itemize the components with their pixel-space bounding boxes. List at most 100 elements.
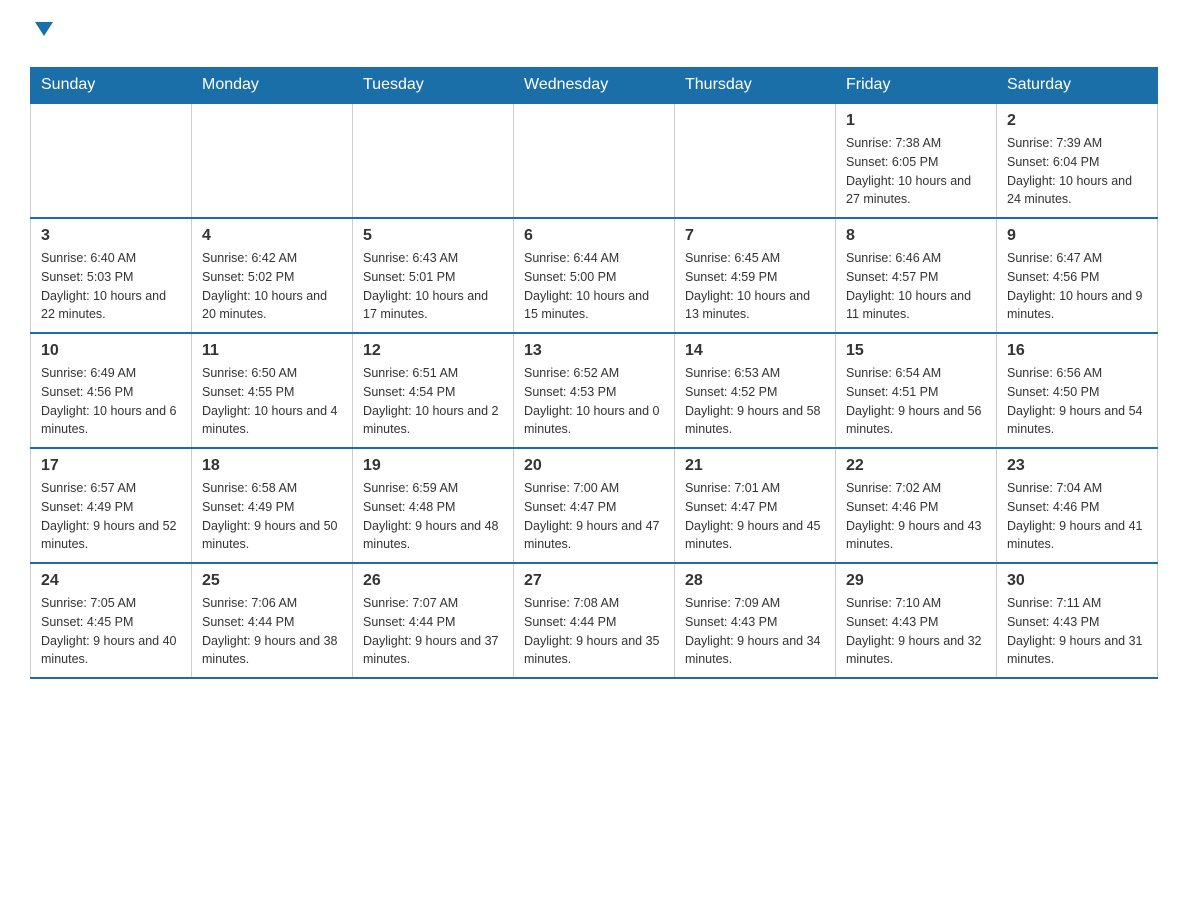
day-info: Sunrise: 7:09 AMSunset: 4:43 PMDaylight:… [685,594,825,669]
day-number: 23 [1007,457,1147,475]
day-number: 5 [363,227,503,245]
day-number: 1 [846,112,986,130]
day-number: 24 [41,572,181,590]
day-info: Sunrise: 6:46 AMSunset: 4:57 PMDaylight:… [846,249,986,324]
calendar-cell: 30 Sunrise: 7:11 AMSunset: 4:43 PMDayligh… [997,563,1158,678]
calendar-cell: 25 Sunrise: 7:06 AMSunset: 4:44 PMDayligh… [192,563,353,678]
day-info: Sunrise: 7:07 AMSunset: 4:44 PMDaylight:… [363,594,503,669]
day-info: Sunrise: 7:05 AMSunset: 4:45 PMDaylight:… [41,594,181,669]
day-info: Sunrise: 7:39 AMSunset: 6:04 PMDaylight:… [1007,134,1147,209]
calendar-week-row: 17 Sunrise: 6:57 AMSunset: 4:49 PMDayligh… [31,448,1158,563]
day-number: 19 [363,457,503,475]
day-number: 7 [685,227,825,245]
day-info: Sunrise: 6:50 AMSunset: 4:55 PMDaylight:… [202,364,342,439]
calendar-cell: 22 Sunrise: 7:02 AMSunset: 4:46 PMDayligh… [836,448,997,563]
calendar-cell [192,103,353,218]
day-number: 11 [202,342,342,360]
calendar-week-row: 24 Sunrise: 7:05 AMSunset: 4:45 PMDayligh… [31,563,1158,678]
day-number: 2 [1007,112,1147,130]
calendar-cell: 19 Sunrise: 6:59 AMSunset: 4:48 PMDayligh… [353,448,514,563]
day-info: Sunrise: 6:58 AMSunset: 4:49 PMDaylight:… [202,479,342,554]
col-tuesday: Tuesday [353,68,514,104]
day-info: Sunrise: 7:38 AMSunset: 6:05 PMDaylight:… [846,134,986,209]
day-number: 26 [363,572,503,590]
day-info: Sunrise: 6:42 AMSunset: 5:02 PMDaylight:… [202,249,342,324]
day-number: 22 [846,457,986,475]
day-info: Sunrise: 6:54 AMSunset: 4:51 PMDaylight:… [846,364,986,439]
day-number: 30 [1007,572,1147,590]
calendar-cell: 20 Sunrise: 7:00 AMSunset: 4:47 PMDayligh… [514,448,675,563]
day-info: Sunrise: 6:47 AMSunset: 4:56 PMDaylight:… [1007,249,1147,324]
day-info: Sunrise: 7:08 AMSunset: 4:44 PMDaylight:… [524,594,664,669]
day-number: 20 [524,457,664,475]
calendar-cell: 23 Sunrise: 7:04 AMSunset: 4:46 PMDayligh… [997,448,1158,563]
day-info: Sunrise: 7:10 AMSunset: 4:43 PMDaylight:… [846,594,986,669]
calendar-cell: 2 Sunrise: 7:39 AMSunset: 6:04 PMDaylight… [997,103,1158,218]
col-sunday: Sunday [31,68,192,104]
calendar-cell: 11 Sunrise: 6:50 AMSunset: 4:55 PMDayligh… [192,333,353,448]
calendar-cell: 13Sunrise: 6:52 AMSunset: 4:53 PMDayligh… [514,333,675,448]
logo-chevron-icon [33,18,55,45]
calendar-cell: 3 Sunrise: 6:40 AMSunset: 5:03 PMDaylight… [31,218,192,333]
calendar-cell: 14 Sunrise: 6:53 AMSunset: 4:52 PMDayligh… [675,333,836,448]
calendar-cell: 17 Sunrise: 6:57 AMSunset: 4:49 PMDayligh… [31,448,192,563]
day-number: 25 [202,572,342,590]
calendar-cell: 27 Sunrise: 7:08 AMSunset: 4:44 PMDayligh… [514,563,675,678]
col-friday: Friday [836,68,997,104]
col-wednesday: Wednesday [514,68,675,104]
day-info: Sunrise: 7:02 AMSunset: 4:46 PMDaylight:… [846,479,986,554]
day-number: 18 [202,457,342,475]
day-info: Sunrise: 6:51 AMSunset: 4:54 PMDaylight:… [363,364,503,439]
day-info: Sunrise: 7:04 AMSunset: 4:46 PMDaylight:… [1007,479,1147,554]
logo [30,20,55,47]
calendar-cell: 26 Sunrise: 7:07 AMSunset: 4:44 PMDayligh… [353,563,514,678]
day-number: 28 [685,572,825,590]
day-number: 14 [685,342,825,360]
calendar-cell: 10Sunrise: 6:49 AMSunset: 4:56 PMDayligh… [31,333,192,448]
day-info: Sunrise: 7:01 AMSunset: 4:47 PMDaylight:… [685,479,825,554]
day-number: 16 [1007,342,1147,360]
day-number: 9 [1007,227,1147,245]
col-saturday: Saturday [997,68,1158,104]
calendar-cell [514,103,675,218]
calendar-cell: 15 Sunrise: 6:54 AMSunset: 4:51 PMDayligh… [836,333,997,448]
calendar-cell: 18 Sunrise: 6:58 AMSunset: 4:49 PMDayligh… [192,448,353,563]
calendar-cell [353,103,514,218]
day-number: 27 [524,572,664,590]
day-info: Sunrise: 7:06 AMSunset: 4:44 PMDaylight:… [202,594,342,669]
col-thursday: Thursday [675,68,836,104]
day-number: 21 [685,457,825,475]
calendar-cell: 12 Sunrise: 6:51 AMSunset: 4:54 PMDayligh… [353,333,514,448]
calendar-cell: 8Sunrise: 6:46 AMSunset: 4:57 PMDaylight… [836,218,997,333]
calendar-cell: 1 Sunrise: 7:38 AMSunset: 6:05 PMDaylight… [836,103,997,218]
day-number: 15 [846,342,986,360]
day-info: Sunrise: 6:56 AMSunset: 4:50 PMDaylight:… [1007,364,1147,439]
day-info: Sunrise: 6:45 AMSunset: 4:59 PMDaylight:… [685,249,825,324]
calendar-cell: 6Sunrise: 6:44 AMSunset: 5:00 PMDaylight… [514,218,675,333]
day-info: Sunrise: 6:57 AMSunset: 4:49 PMDaylight:… [41,479,181,554]
calendar-cell: 9 Sunrise: 6:47 AMSunset: 4:56 PMDaylight… [997,218,1158,333]
day-info: Sunrise: 6:40 AMSunset: 5:03 PMDaylight:… [41,249,181,324]
day-info: Sunrise: 7:11 AMSunset: 4:43 PMDaylight:… [1007,594,1147,669]
calendar-header-row: Sunday Monday Tuesday Wednesday Thursday… [31,68,1158,104]
day-number: 6 [524,227,664,245]
day-info: Sunrise: 6:59 AMSunset: 4:48 PMDaylight:… [363,479,503,554]
calendar-cell: 29Sunrise: 7:10 AMSunset: 4:43 PMDayligh… [836,563,997,678]
day-info: Sunrise: 7:00 AMSunset: 4:47 PMDaylight:… [524,479,664,554]
calendar-cell: 4 Sunrise: 6:42 AMSunset: 5:02 PMDaylight… [192,218,353,333]
calendar-week-row: 10Sunrise: 6:49 AMSunset: 4:56 PMDayligh… [31,333,1158,448]
day-number: 4 [202,227,342,245]
calendar-cell: 24 Sunrise: 7:05 AMSunset: 4:45 PMDayligh… [31,563,192,678]
day-info: Sunrise: 6:52 AMSunset: 4:53 PMDaylight:… [524,364,664,439]
calendar-cell: 21 Sunrise: 7:01 AMSunset: 4:47 PMDayligh… [675,448,836,563]
calendar-cell: 16 Sunrise: 6:56 AMSunset: 4:50 PMDayligh… [997,333,1158,448]
day-info: Sunrise: 6:43 AMSunset: 5:01 PMDaylight:… [363,249,503,324]
day-number: 3 [41,227,181,245]
page-header [30,20,1158,47]
day-number: 10 [41,342,181,360]
day-number: 17 [41,457,181,475]
calendar-cell: 7 Sunrise: 6:45 AMSunset: 4:59 PMDaylight… [675,218,836,333]
day-number: 12 [363,342,503,360]
day-info: Sunrise: 6:53 AMSunset: 4:52 PMDaylight:… [685,364,825,439]
calendar-cell: 28 Sunrise: 7:09 AMSunset: 4:43 PMDayligh… [675,563,836,678]
